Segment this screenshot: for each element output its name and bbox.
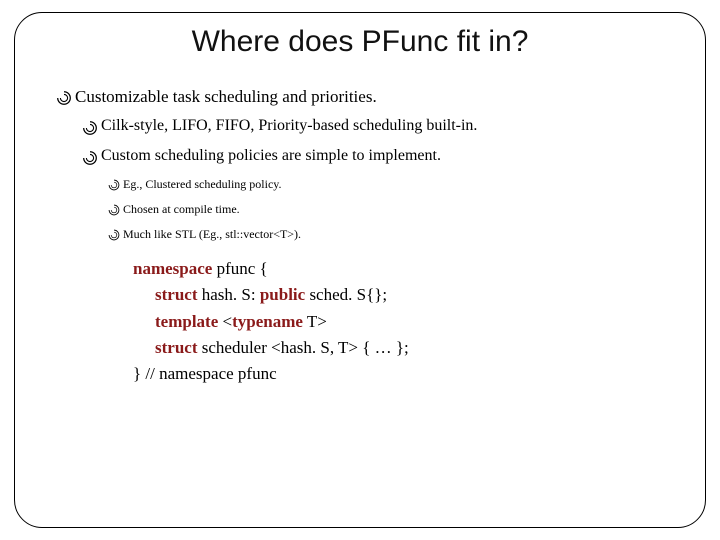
bullet-level2: Chosen at compile time. — [107, 202, 665, 217]
keyword: namespace — [133, 259, 212, 278]
code-text: T> — [303, 312, 327, 331]
code-text: hash. S: — [197, 285, 259, 304]
bullet-text: Chosen at compile time. — [123, 202, 240, 217]
bullet-level2: Much like STL (Eg., stl::vector<T>). — [107, 227, 665, 242]
slide-frame: Where does PFunc fit in? Customizable ta… — [14, 12, 706, 528]
code-text: scheduler <hash. S, T> { … }; — [197, 338, 408, 357]
code-text: < — [218, 312, 232, 331]
bullet-text: Much like STL (Eg., stl::vector<T>). — [123, 227, 301, 242]
swirl-icon — [107, 203, 121, 217]
code-text: pfunc { — [212, 259, 267, 278]
swirl-icon — [107, 228, 121, 242]
keyword: struct — [155, 285, 197, 304]
bullet-level1: Custom scheduling policies are simple to… — [81, 147, 665, 167]
code-line: template <typename T> — [133, 309, 665, 335]
swirl-icon — [107, 178, 121, 192]
keyword: public — [260, 285, 305, 304]
code-line: struct hash. S: public sched. S{}; — [133, 282, 665, 308]
slide-title: Where does PFunc fit in? — [55, 25, 665, 59]
code-line: namespace pfunc { — [133, 256, 665, 282]
swirl-icon — [55, 89, 73, 107]
keyword: struct — [155, 338, 197, 357]
code-line: struct scheduler <hash. S, T> { … }; — [133, 335, 665, 361]
bullet-text: Custom scheduling policies are simple to… — [101, 147, 441, 165]
code-block: namespace pfunc { struct hash. S: public… — [133, 256, 665, 388]
code-text: sched. S{}; — [305, 285, 387, 304]
keyword: typename — [232, 312, 303, 331]
bullet-text: Customizable task scheduling and priorit… — [75, 87, 377, 107]
code-line: } // namespace pfunc — [133, 361, 665, 387]
code-text: } // namespace pfunc — [133, 364, 277, 383]
bullet-level0: Customizable task scheduling and priorit… — [55, 87, 665, 107]
bullet-level2: Eg., Clustered scheduling policy. — [107, 177, 665, 192]
bullet-text: Cilk-style, LIFO, FIFO, Priority-based s… — [101, 117, 477, 135]
swirl-icon — [81, 149, 99, 167]
bullet-level1: Cilk-style, LIFO, FIFO, Priority-based s… — [81, 117, 665, 137]
bullet-text: Eg., Clustered scheduling policy. — [123, 177, 282, 192]
swirl-icon — [81, 119, 99, 137]
keyword: template — [155, 312, 218, 331]
